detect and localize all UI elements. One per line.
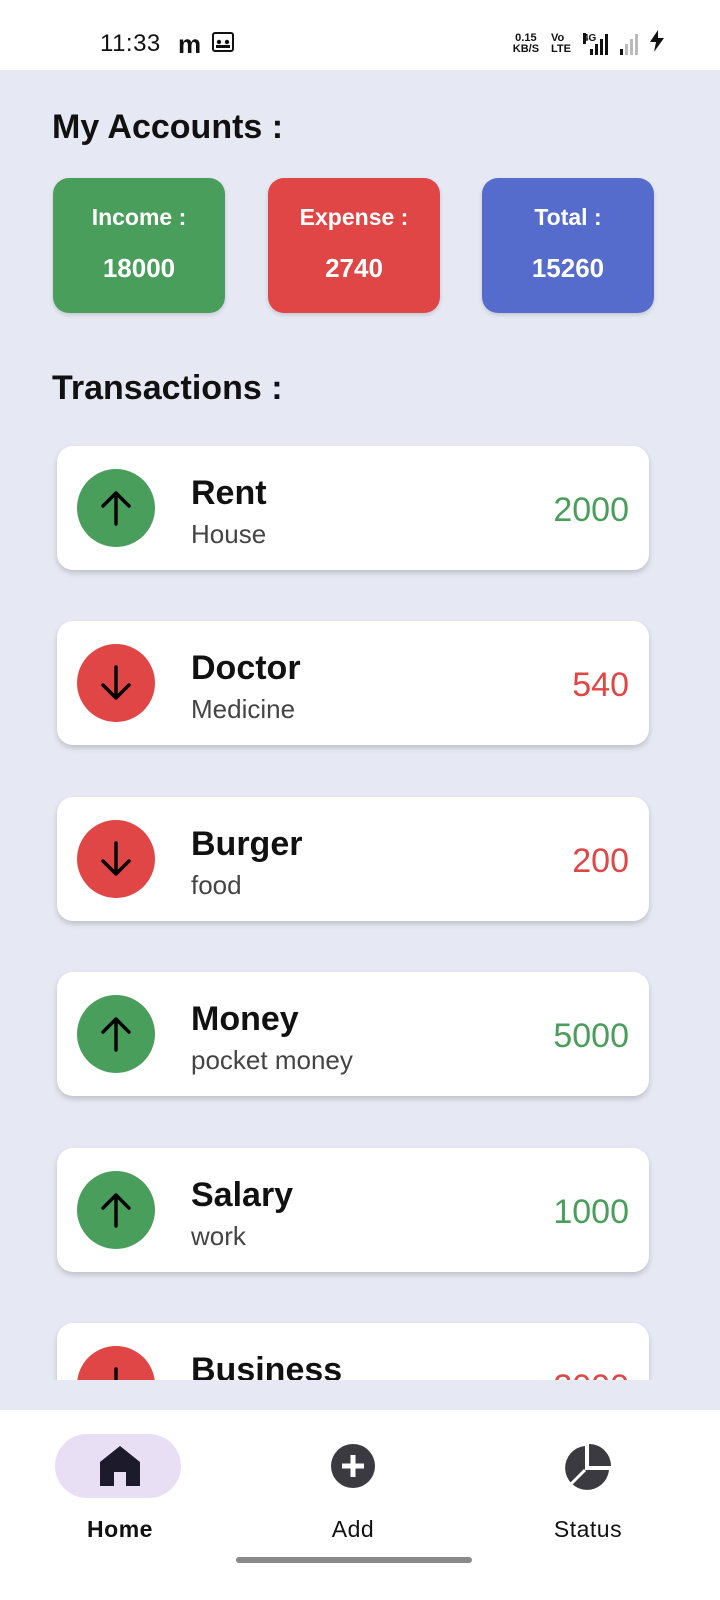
transaction-title: Salary (191, 1176, 294, 1214)
transaction-amount: 2000 (553, 491, 629, 529)
nav-add[interactable]: Add (273, 1434, 433, 1544)
arrow-down-icon (77, 1346, 155, 1380)
charging-icon (650, 30, 664, 57)
accounts-heading: My Accounts : (52, 108, 284, 146)
transaction-amount: 540 (572, 666, 629, 704)
income-value: 18000 (102, 253, 176, 283)
add-circle-icon (329, 1442, 377, 1495)
volte-indicator: Vo LTE (551, 31, 571, 55)
total-value: 15260 (531, 253, 605, 283)
transaction-subtitle: pocket money (191, 1045, 353, 1075)
system-status-icons: 0.15 KB/S Vo LTE 4G (513, 30, 664, 57)
transaction-subtitle: House (191, 519, 267, 549)
pie-chart-icon (563, 1442, 613, 1497)
transaction-title: Money (191, 1000, 299, 1038)
signal-secondary-icon (620, 33, 638, 55)
transaction-item[interactable]: Money pocket money 5000 (57, 972, 649, 1096)
nav-status[interactable]: Status (508, 1434, 668, 1544)
nav-home[interactable]: Home (40, 1434, 200, 1544)
transaction-title: Burger (191, 825, 303, 863)
expense-value: 2740 (325, 253, 383, 283)
notification-icons: m (178, 29, 235, 58)
income-label: Income : (91, 204, 187, 230)
arrow-up-icon (77, 469, 155, 547)
transaction-item[interactable]: Salary work 1000 (57, 1148, 649, 1272)
transactions-heading: Transactions : (52, 369, 283, 407)
transaction-list[interactable]: Rent House 2000 Doctor Medicine 540 Burg… (0, 430, 720, 1380)
transaction-title: Doctor (191, 649, 301, 687)
nav-status-label: Status (553, 1516, 623, 1542)
total-label: Total : (534, 204, 602, 230)
income-card: Income : 18000 (53, 178, 225, 313)
signal-4g-icon: 4G (583, 32, 608, 55)
status-time: 11:33 (100, 30, 161, 57)
transaction-item[interactable]: Business 2000 (57, 1323, 649, 1380)
arrow-up-icon (77, 995, 155, 1073)
bottom-navigation: Home Add Status (0, 1410, 720, 1600)
transaction-amount: 1000 (553, 1193, 629, 1231)
transaction-item[interactable]: Doctor Medicine 540 (57, 621, 649, 745)
transaction-item[interactable]: Burger food 200 (57, 797, 649, 921)
total-card: Total : 15260 (482, 178, 654, 313)
transaction-amount: 200 (572, 842, 629, 880)
transaction-amount: 5000 (553, 1017, 629, 1055)
transaction-title: Rent (191, 474, 267, 512)
network-speed: 0.15 KB/S (512, 31, 540, 55)
expense-card: Expense : 2740 (268, 178, 440, 313)
arrow-up-icon (77, 1171, 155, 1249)
status-bar: 11:33 m 0.15 KB/S Vo LTE 4G (0, 0, 720, 70)
home-icon (96, 1442, 144, 1495)
arrow-down-icon (77, 820, 155, 898)
transaction-item[interactable]: Rent House 2000 (57, 446, 649, 570)
transaction-subtitle: food (191, 870, 242, 900)
calendar-notification-icon (211, 29, 235, 58)
transaction-subtitle: Medicine (191, 694, 296, 724)
expense-label: Expense : (299, 204, 409, 230)
gesture-home-indicator[interactable] (236, 1557, 472, 1563)
transaction-title: Business (191, 1351, 343, 1380)
transaction-amount: 2000 (553, 1368, 629, 1380)
arrow-down-icon (77, 644, 155, 722)
nav-add-label: Add (331, 1516, 375, 1542)
nav-home-label: Home (87, 1516, 153, 1542)
transaction-subtitle: work (191, 1221, 246, 1251)
app-notification-icon: m (178, 28, 202, 59)
